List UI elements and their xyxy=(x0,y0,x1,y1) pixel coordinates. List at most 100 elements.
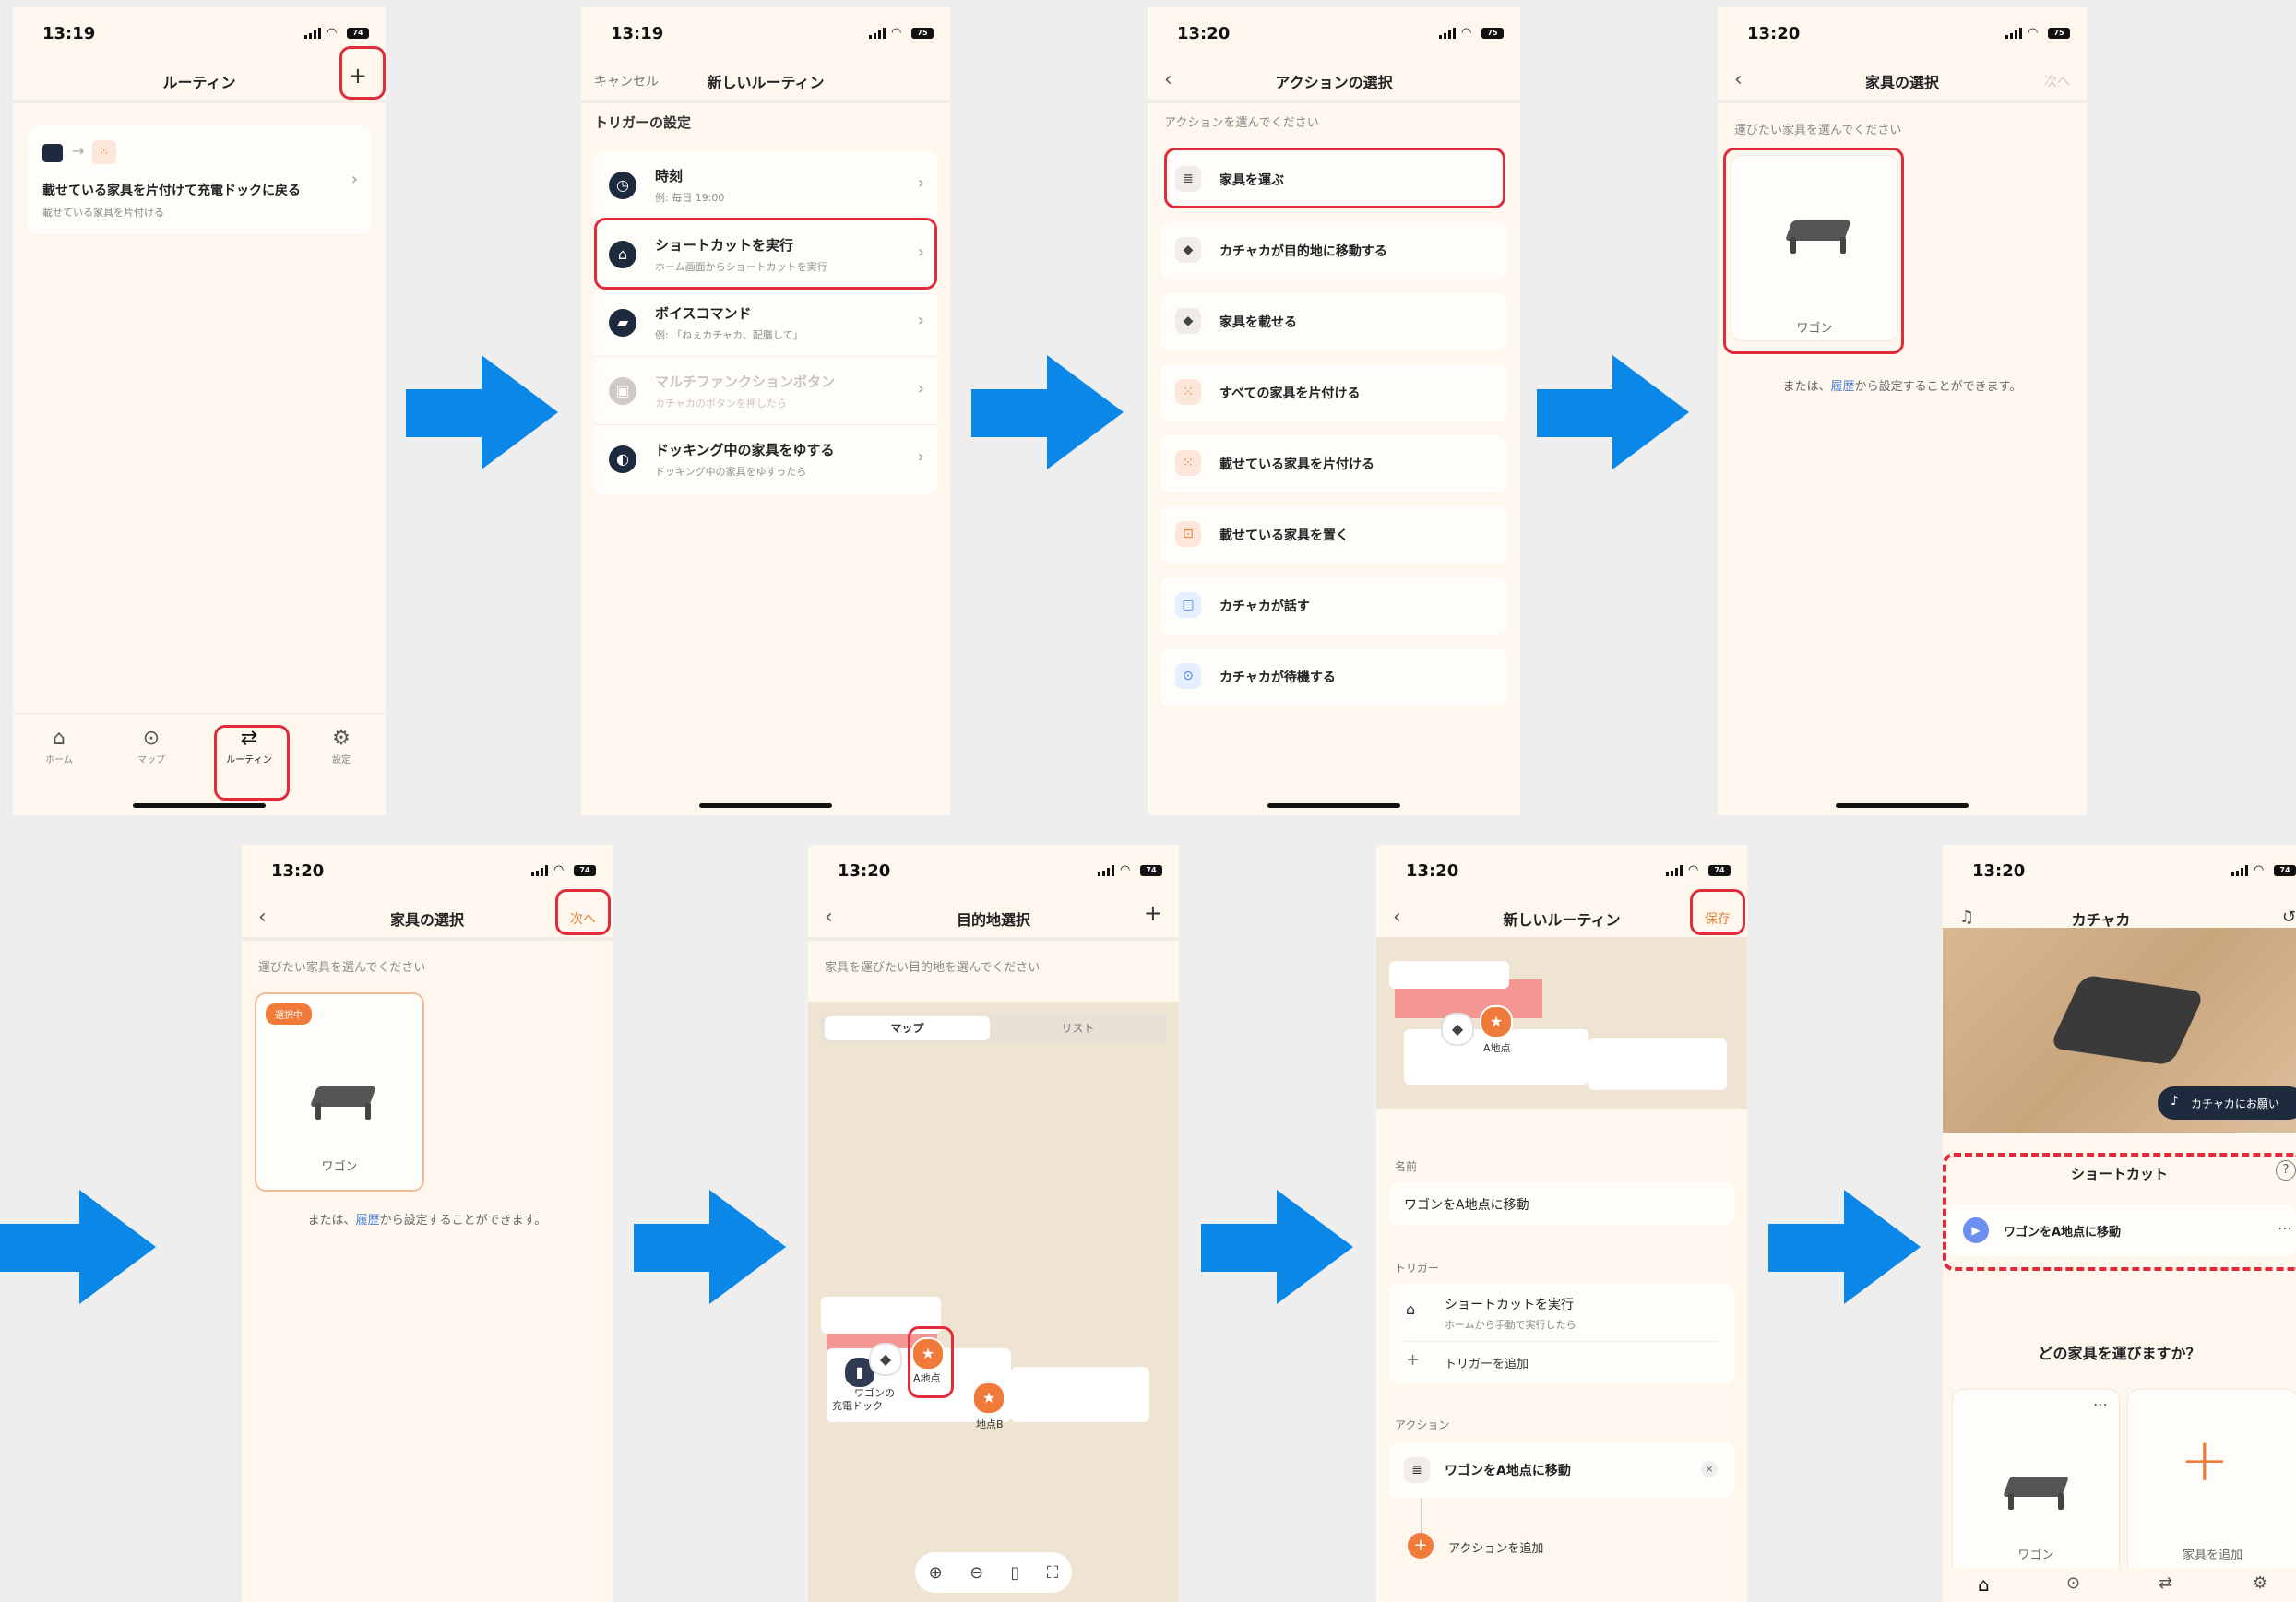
history-link[interactable]: 履歴 xyxy=(356,1214,380,1228)
mic-icon: ♪ xyxy=(2171,1094,2179,1109)
page-title: ルーティン xyxy=(162,74,236,91)
arrow-right-icon: → xyxy=(72,142,85,160)
tab-map[interactable]: ⊙ マップ xyxy=(114,727,188,765)
wagon-location-pin[interactable]: ◆ xyxy=(869,1343,902,1376)
highlight-carry-action xyxy=(1164,148,1505,208)
divider xyxy=(808,937,1179,941)
action-wait[interactable]: ⊙ カチャカが待機する xyxy=(1160,648,1507,706)
row-subtitle: ドッキング中の家具をゆすったら xyxy=(655,466,807,478)
flow-arrow xyxy=(634,1190,786,1305)
tab-settings[interactable]: ⚙ 設定 xyxy=(304,727,378,765)
tidy-icon: ⁙ xyxy=(1175,450,1201,476)
hint-text: 運びたい家具を選んでください xyxy=(1734,124,1902,137)
wifi-icon: ◠ xyxy=(553,863,565,877)
tab-label: マップ xyxy=(137,755,165,765)
trigger-time[interactable]: ◷ 時刻 例: 毎日 19:00 › xyxy=(594,151,937,220)
robot-icon: ◆ xyxy=(1175,308,1201,334)
next-button[interactable]: 次へ xyxy=(2044,72,2070,90)
chevron-right-icon: › xyxy=(351,170,358,189)
highlight-routine-tab xyxy=(214,725,290,801)
action-tidy-all[interactable]: ⁙ すべての家具を片付ける xyxy=(1160,364,1507,421)
action-label: カチャカが待機する xyxy=(1219,670,1336,685)
routine-card[interactable]: → ⁙ 載せている家具を片付けて充電ドックに戻る 載せている家具を片付ける › xyxy=(28,125,371,234)
action-place-loaded[interactable]: ⊡ 載せている家具を置く xyxy=(1160,506,1507,564)
signal-icon xyxy=(1439,28,1456,39)
routine-subtitle: 載せている家具を片付ける xyxy=(42,207,164,219)
status-icons: ◠ 75 xyxy=(869,26,934,40)
divider xyxy=(13,100,386,103)
highlight-shortcut-section xyxy=(1943,1153,2296,1271)
voice-request-button[interactable]: ♪ カチャカにお願い xyxy=(2158,1086,2296,1120)
furniture-card-wagon[interactable]: 選択中 ワゴン xyxy=(255,992,424,1192)
add-location-button[interactable]: + xyxy=(1144,900,1162,926)
battery-icon: 74 xyxy=(2274,865,2296,876)
add-furniture-card[interactable]: + 家具を追加 xyxy=(2127,1389,2296,1575)
status-icons: ◠ 75 xyxy=(1439,26,1504,40)
robot-image xyxy=(2049,974,2206,1066)
add-action-button[interactable]: アクションを追加 xyxy=(1448,1538,1543,1556)
place-icon: ⊡ xyxy=(1175,521,1201,547)
battery-icon: 75 xyxy=(2048,28,2070,39)
section-heading: トリガーの設定 xyxy=(594,114,692,131)
action-label: 家具を載せる xyxy=(1219,315,1297,330)
zoom-in-icon[interactable]: ⊕ xyxy=(929,1563,943,1583)
highlight-add-button xyxy=(339,46,386,100)
nav-bar: ‹ 家具の選択 次へ xyxy=(1718,63,2087,101)
routine-name-value: ワゴンをA地点に移動 xyxy=(1404,1198,1529,1213)
page-title: アクションの選択 xyxy=(1275,74,1393,91)
routine-icon[interactable]: ⇄ xyxy=(2159,1573,2172,1593)
destination-b-pin[interactable]: ★ xyxy=(972,1382,1005,1415)
status-bar: 13:20 ◠ 74 xyxy=(1943,845,2296,900)
map-label-dock: 充電ドック xyxy=(832,1400,883,1412)
more-icon[interactable]: ⋯ xyxy=(2093,1395,2108,1413)
action-move-to-destination[interactable]: ◆ カチャカが目的地に移動する xyxy=(1160,222,1507,279)
map-pin-icon[interactable]: ⊙ xyxy=(2066,1573,2080,1593)
flow-arrow xyxy=(971,355,1124,470)
tab-list-view[interactable]: リスト xyxy=(993,1016,1162,1040)
status-icons: ◠ 74 xyxy=(1098,864,1162,876)
action-speak[interactable]: ▢ カチャカが話す xyxy=(1160,577,1507,635)
status-time: 13:20 xyxy=(1177,24,1231,43)
action-tidy-loaded[interactable]: ⁙ 載せている家具を片付ける xyxy=(1160,435,1507,492)
screen-furniture-select: 13:20 ◠ 75 ‹ 家具の選択 次へ 運びたい家具を選んでください ワゴン… xyxy=(1718,7,2087,815)
highlight-shortcut-trigger xyxy=(594,218,937,290)
add-trigger-button[interactable]: トリガーを追加 xyxy=(1445,1354,1529,1371)
routine-title: 載せている家具を片付けて充電ドックに戻る xyxy=(42,184,301,198)
home-icon[interactable]: ⌂ xyxy=(1978,1573,1990,1596)
action-label: 載せている家具を片付ける xyxy=(1219,457,1374,472)
clock-icon: ◷ xyxy=(609,172,636,199)
screen-destination-select: 13:20 ◠ 74 ‹ 目的地選択 + 家具を運びたい目的地を選んでください … xyxy=(808,845,1179,1602)
fit-view-icon[interactable]: ⛶ xyxy=(1047,1563,1059,1583)
view-toggle: マップ リスト xyxy=(821,1013,1166,1044)
question-heading: どの家具を運びますか？ xyxy=(2038,1345,2201,1362)
action-load-furniture[interactable]: ◆ 家具を載せる xyxy=(1160,293,1507,350)
furniture-card-wagon[interactable]: ⋯ ワゴン xyxy=(1952,1389,2120,1575)
remove-icon[interactable]: × xyxy=(1701,1461,1718,1477)
status-bar: 13:19 ◠ 74 xyxy=(13,7,386,63)
page-title: 目的地選択 xyxy=(956,911,1030,929)
robot-locate-icon[interactable]: ▯ xyxy=(1010,1563,1019,1583)
robot-icon: ◆ xyxy=(1175,237,1201,263)
tab-map-view[interactable]: マップ xyxy=(825,1016,990,1040)
zoom-out-icon[interactable]: ⊖ xyxy=(970,1563,983,1583)
plus-icon[interactable]: + xyxy=(1408,1533,1434,1559)
history-icon[interactable]: ↺ xyxy=(2282,908,2296,927)
routine-name-field[interactable]: ワゴンをA地点に移動 xyxy=(1389,1182,1734,1225)
history-hint-prefix: または、 xyxy=(1782,380,1831,394)
action-card[interactable]: ≣ ワゴンをA地点に移動 × xyxy=(1389,1442,1734,1498)
signal-icon xyxy=(304,28,321,39)
tab-home[interactable]: ⌂ ホーム xyxy=(22,727,96,765)
history-link[interactable]: 履歴 xyxy=(1831,380,1855,394)
chevron-right-icon: › xyxy=(917,379,924,398)
screen-routine-list: 13:19 ◠ 74 ルーティン + → ⁙ 載せている家具を片付けて充電ドック… xyxy=(13,7,386,815)
trigger-shake-furniture[interactable]: ◐ ドッキング中の家具をゆする ドッキング中の家具をゆすったら › xyxy=(594,424,937,493)
wifi-icon: ◠ xyxy=(891,26,902,40)
tab-bar: ⌂ ⊙ ⇄ ⚙ xyxy=(1943,1568,2296,1602)
selected-badge: 選択中 xyxy=(266,1003,312,1025)
wifi-icon: ◠ xyxy=(1461,26,1472,40)
chevron-right-icon: › xyxy=(917,447,924,467)
gear-icon[interactable]: ⚙ xyxy=(2253,1573,2267,1593)
status-bar: 13:19 ◠ 75 xyxy=(581,7,950,63)
status-bar: 13:20 ◠ 74 xyxy=(1376,845,1747,900)
trigger-voice[interactable]: ▰ ボイスコマンド 例: 「ねぇカチャカ、配膳して」 › xyxy=(594,288,937,357)
